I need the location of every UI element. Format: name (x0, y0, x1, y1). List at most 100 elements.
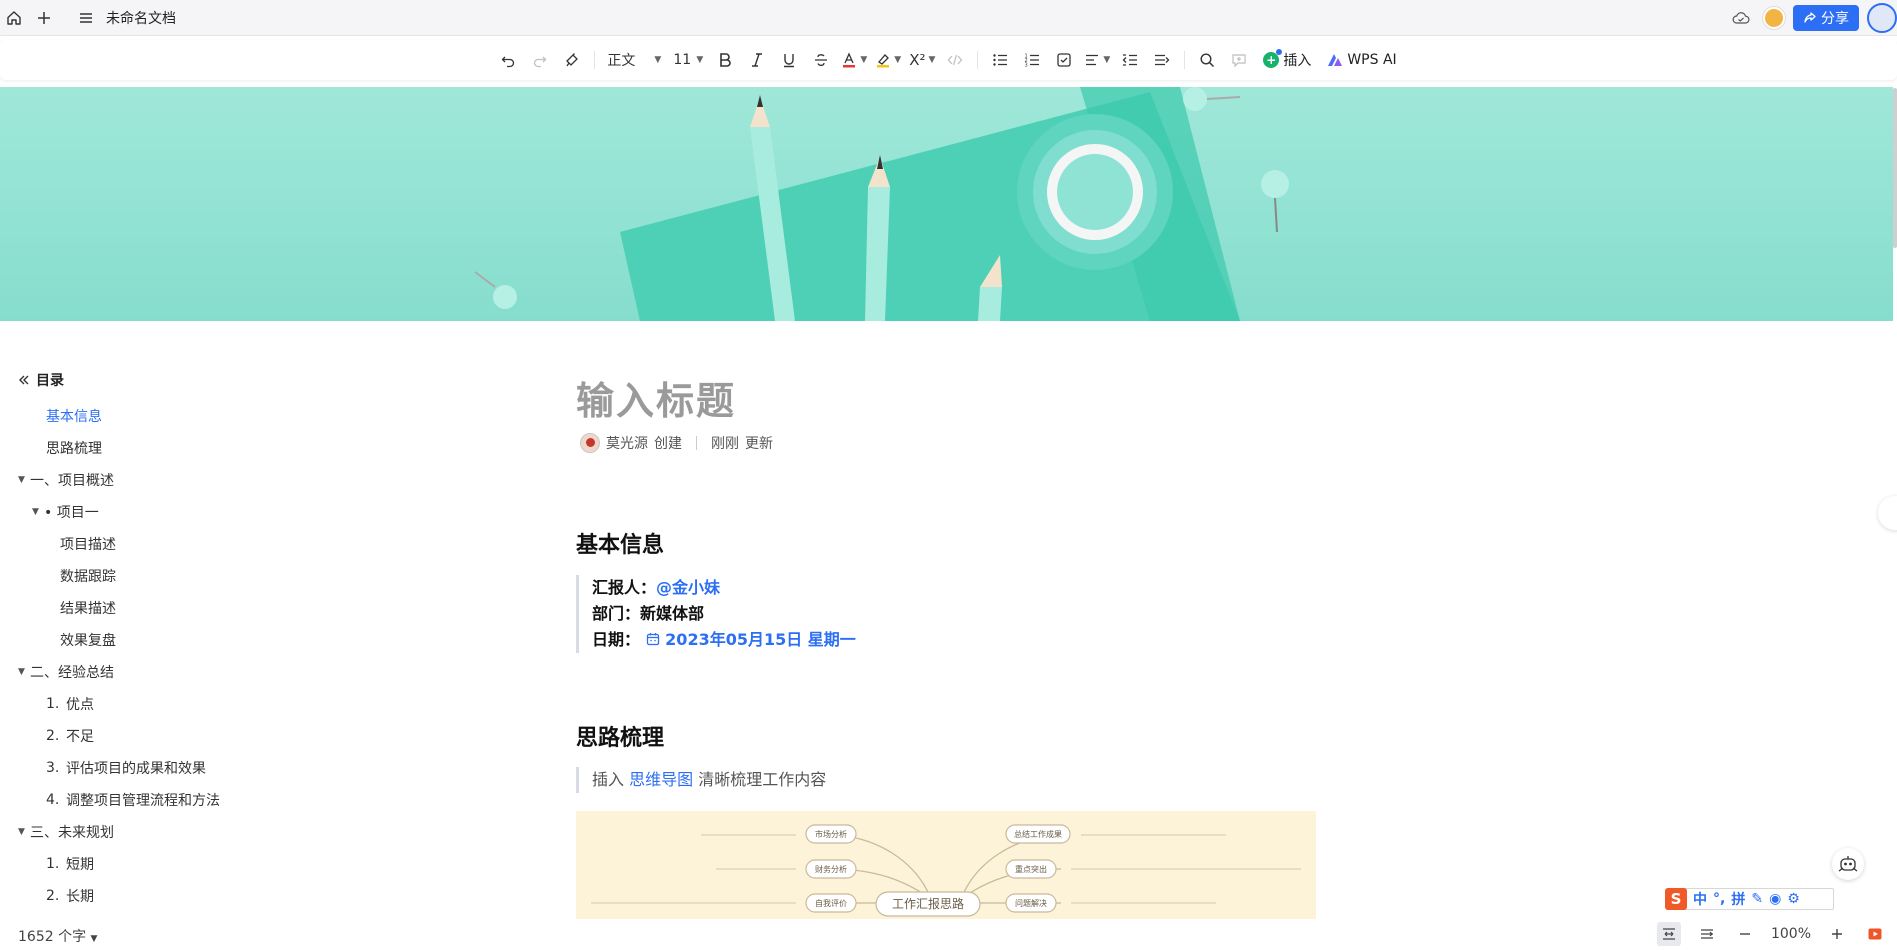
toc-item-future[interactable]: ▼ 三、未来规划 (18, 822, 114, 842)
indent-icon[interactable] (1148, 46, 1176, 74)
mindmap-link[interactable]: 思维导图 (629, 770, 693, 789)
toc-item-thinking[interactable]: 思路梳理 (46, 438, 102, 458)
toc-item-strengths[interactable]: 1. 优点 (46, 694, 94, 714)
heading-thinking[interactable]: 思路梳理 (576, 720, 664, 752)
chevron-down-icon: ▼ (696, 55, 704, 65)
zoom-out-icon[interactable] (1733, 922, 1757, 946)
toc-item-result-desc[interactable]: 结果描述 (60, 598, 116, 618)
expand-triangle-icon[interactable]: ▼ (18, 475, 30, 485)
paragraph-style-value: 正文 (607, 53, 636, 69)
side-panel-toggle[interactable] (1878, 496, 1897, 530)
toc-title: 目录 (36, 373, 64, 389)
toc-item-weaknesses[interactable]: 2. 不足 (46, 726, 94, 746)
cloud-sync-icon[interactable] (1727, 4, 1755, 32)
ime-pinyin-toggle[interactable]: 拼 (1731, 889, 1745, 909)
zoom-controls: 100% (1656, 922, 1897, 946)
toc-item-project-desc[interactable]: 项目描述 (60, 534, 116, 554)
toc-item-label: • 项目一 (44, 505, 99, 521)
toc-header[interactable]: 目录 (18, 370, 64, 390)
superscript-icon[interactable]: X² ▼ (907, 46, 937, 74)
toc-item-long-term[interactable]: 2. 长期 (46, 886, 94, 906)
comment-icon[interactable] (1225, 46, 1253, 74)
outdent-icon[interactable] (1116, 46, 1144, 74)
toc-item-label: 不足 (66, 729, 94, 745)
toc-item-project-one[interactable]: ▼ • 项目一 (32, 502, 99, 522)
strikethrough-icon[interactable] (807, 46, 835, 74)
toc-item-label: 三、未来规划 (30, 825, 114, 841)
toc-item-num: 2. (46, 888, 60, 904)
toc-item-basic-info[interactable]: 基本信息 (46, 406, 102, 426)
document-title[interactable]: 未命名文档 (106, 8, 176, 28)
ime-toolbar: S 中 °, 拼 ✎ ◉ ⚙ (1665, 888, 1834, 910)
checkbox-list-icon[interactable] (1050, 46, 1078, 74)
redo-icon[interactable] (526, 46, 554, 74)
author-name[interactable]: 莫光源 (606, 433, 648, 453)
department-value: 新媒体部 (640, 604, 705, 623)
toc-item-label: 优点 (66, 697, 94, 713)
italic-icon[interactable] (743, 46, 771, 74)
reporter-line: 汇报人：@金小妹 (592, 575, 856, 601)
ime-chinese-toggle[interactable]: 中 (1693, 889, 1707, 909)
reporter-mention[interactable]: @金小妹 (656, 578, 720, 597)
created-label: 创建 (654, 436, 682, 452)
new-tab-icon[interactable] (30, 4, 58, 32)
toc-item-review[interactable]: 效果复盘 (60, 630, 116, 650)
toc-item-label: 短期 (66, 857, 94, 873)
wps-ai-button[interactable]: WPS AI (1321, 46, 1402, 74)
word-count[interactable]: 1652 个字 ▼ (18, 926, 97, 946)
bold-icon[interactable] (711, 46, 739, 74)
document-title-input[interactable]: 输入标题 (576, 370, 736, 425)
home-icon[interactable] (0, 4, 28, 32)
ime-pen-icon[interactable]: ✎ (1751, 891, 1763, 907)
bullet-list-icon[interactable] (986, 46, 1014, 74)
date-chip[interactable]: 2023年05月15日 星期一 (646, 630, 856, 649)
ime-skin-icon[interactable]: ◉ (1769, 891, 1781, 907)
user-avatar[interactable] (1867, 3, 1897, 33)
zoom-level[interactable]: 100% (1771, 926, 1811, 942)
font-color-icon[interactable]: ▼ (839, 46, 869, 74)
assistant-robot-icon[interactable] (1832, 848, 1864, 880)
toc-item-experience[interactable]: ▼ 二、经验总结 (18, 662, 114, 682)
ime-punctuation-toggle[interactable]: °, (1713, 891, 1725, 907)
code-icon[interactable] (941, 46, 969, 74)
highlight-icon[interactable]: ▼ (873, 46, 903, 74)
share-button[interactable]: 分享 (1793, 5, 1859, 31)
svg-text:3: 3 (1025, 63, 1028, 69)
insert-button[interactable]: + 插入 (1257, 46, 1317, 74)
toc-item-data-tracking[interactable]: 数据跟踪 (60, 566, 116, 586)
expand-triangle-icon[interactable]: ▼ (18, 827, 30, 837)
status-bar: 1652 个字 ▼ 100% (0, 920, 1897, 950)
sogou-ime-logo-icon[interactable]: S (1665, 888, 1687, 910)
font-size-select[interactable]: 11 ▼ (669, 46, 707, 74)
department-label: 部门： (592, 604, 641, 623)
expand-triangle-icon[interactable]: ▼ (32, 507, 44, 517)
expand-triangle-icon[interactable]: ▼ (18, 667, 30, 677)
collaborator-avatar[interactable] (1763, 7, 1785, 29)
present-icon[interactable] (1863, 922, 1887, 946)
numbered-list-icon[interactable]: 123 (1018, 46, 1046, 74)
toc-item-project-overview[interactable]: ▼ 一、项目概述 (18, 470, 114, 490)
page-width-icon[interactable] (1656, 922, 1681, 946)
paragraph-style-select[interactable]: 正文 ▼ (603, 46, 665, 74)
heading-basic-info[interactable]: 基本信息 (576, 527, 664, 559)
mindmap-preview[interactable]: 工作汇报思路 市场分析 财务分析 自我评价 总结工作成果 重点突出 问题解决 (576, 811, 1316, 919)
fit-page-icon[interactable] (1695, 922, 1719, 946)
ime-settings-icon[interactable]: ⚙ (1787, 891, 1800, 907)
zoom-in-icon[interactable] (1825, 922, 1849, 946)
date-line: 日期： 2023年05月15日 星期一 (592, 627, 856, 653)
toc-item-label: 效果复盘 (60, 633, 116, 649)
mindmap-hint: 插入 思维导图 清晰梳理工作内容 (576, 767, 826, 793)
toc-item-evaluate[interactable]: 3. 评估项目的成果和效果 (46, 758, 206, 778)
toc-item-short-term[interactable]: 1. 短期 (46, 854, 94, 874)
reporter-label: 汇报人： (592, 578, 657, 597)
undo-icon[interactable] (494, 46, 522, 74)
format-toolbar: 正文 ▼ 11 ▼ ▼ ▼ X² ▼ 1 2 3 ▼ + 插入 WPS AI (0, 40, 1897, 80)
toc-item-adjust[interactable]: 4. 调整项目管理流程和方法 (46, 790, 220, 810)
search-icon[interactable] (1193, 46, 1221, 74)
align-icon[interactable]: ▼ (1082, 46, 1112, 74)
author-avatar[interactable] (580, 433, 600, 453)
underline-icon[interactable] (775, 46, 803, 74)
menu-icon[interactable] (72, 4, 100, 32)
format-painter-icon[interactable] (558, 46, 586, 74)
scrollbar[interactable] (1893, 88, 1897, 248)
